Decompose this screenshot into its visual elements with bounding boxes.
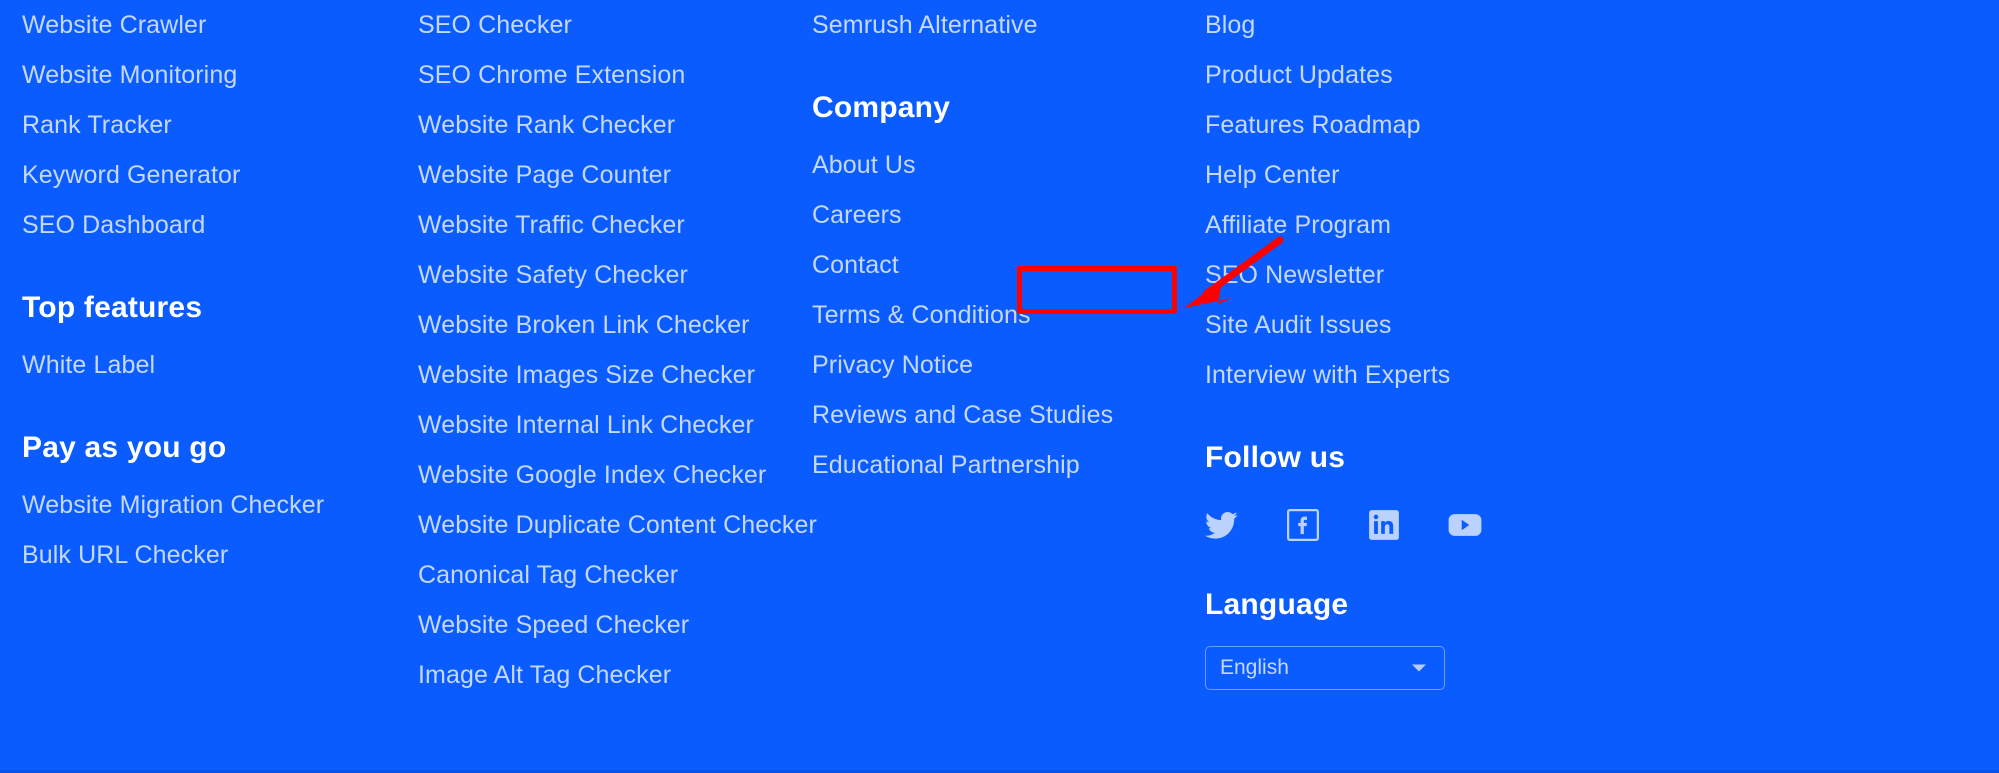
footer-link-website-broken-link-checker[interactable]: Website Broken Link Checker: [418, 300, 803, 350]
footer-link-terms-and-conditions[interactable]: Terms & Conditions: [812, 290, 1197, 340]
footer-link-white-label[interactable]: White Label: [22, 340, 402, 390]
footer-link-website-safety-checker[interactable]: Website Safety Checker: [418, 250, 803, 300]
footer-link-canonical-tag-checker[interactable]: Canonical Tag Checker: [418, 550, 803, 600]
footer-link-website-migration-checker[interactable]: Website Migration Checker: [22, 480, 402, 530]
language-select[interactable]: English: [1205, 646, 1445, 690]
linkedin-icon[interactable]: [1367, 508, 1401, 542]
footer-link-reviews-and-case-studies[interactable]: Reviews and Case Studies: [812, 390, 1197, 440]
footer-link-product-updates[interactable]: Product Updates: [1205, 50, 1625, 100]
footer-column-tools: SEO Checker SEO Chrome Extension Website…: [418, 0, 817, 700]
footer-heading-company: Company: [812, 91, 951, 124]
footer-heading-pay-as-you-go: Pay as you go: [22, 431, 227, 464]
social-links: [1205, 503, 1625, 547]
footer-link-about-us[interactable]: About Us: [812, 140, 1197, 190]
twitter-icon[interactable]: [1205, 508, 1239, 542]
footer-link-website-rank-checker[interactable]: Website Rank Checker: [418, 100, 803, 150]
footer-link-seo-newsletter[interactable]: SEO Newsletter: [1205, 250, 1625, 300]
footer-link-help-center[interactable]: Help Center: [1205, 150, 1625, 200]
footer-link-interview-with-experts[interactable]: Interview with Experts: [1205, 350, 1625, 400]
footer-link-website-speed-checker[interactable]: Website Speed Checker: [418, 600, 803, 650]
footer-heading-language: Language: [1205, 588, 1349, 621]
footer-link-website-monitoring[interactable]: Website Monitoring: [22, 50, 402, 100]
footer-link-seo-dashboard[interactable]: SEO Dashboard: [22, 200, 402, 250]
footer-link-website-images-size-checker[interactable]: Website Images Size Checker: [418, 350, 803, 400]
footer-heading-top-features: Top features: [22, 291, 203, 324]
footer-link-website-page-counter[interactable]: Website Page Counter: [418, 150, 803, 200]
footer-link-keyword-generator[interactable]: Keyword Generator: [22, 150, 402, 200]
footer-link-website-duplicate-content-checker[interactable]: Website Duplicate Content Checker: [418, 500, 817, 550]
chevron-down-icon: [1412, 664, 1426, 672]
footer-link-bulk-url-checker[interactable]: Bulk URL Checker: [22, 530, 402, 580]
footer-link-semrush-alternative[interactable]: Semrush Alternative: [812, 0, 1197, 50]
footer-link-seo-checker[interactable]: SEO Checker: [418, 0, 803, 50]
footer-link-privacy-notice[interactable]: Privacy Notice: [812, 340, 1197, 390]
footer-link-rank-tracker[interactable]: Rank Tracker: [22, 100, 402, 150]
footer-link-website-traffic-checker[interactable]: Website Traffic Checker: [418, 200, 803, 250]
footer-link-website-internal-link-checker[interactable]: Website Internal Link Checker: [418, 400, 803, 450]
footer-heading-follow-us: Follow us: [1205, 441, 1346, 474]
footer-column-company: Semrush Alternative Company About Us Car…: [812, 0, 1197, 490]
footer-link-website-crawler[interactable]: Website Crawler: [22, 0, 402, 50]
site-footer: Website Crawler Website Monitoring Rank …: [0, 0, 1999, 773]
footer-link-educational-partnership[interactable]: Educational Partnership: [812, 440, 1197, 490]
footer-link-contact[interactable]: Contact: [812, 240, 1197, 290]
footer-column-resources: Blog Product Updates Features Roadmap He…: [1205, 0, 1625, 690]
footer-link-site-audit-issues[interactable]: Site Audit Issues: [1205, 300, 1625, 350]
footer-link-careers[interactable]: Careers: [812, 190, 1197, 240]
footer-column-products: Website Crawler Website Monitoring Rank …: [22, 0, 402, 580]
footer-link-seo-chrome-extension[interactable]: SEO Chrome Extension: [418, 50, 803, 100]
footer-link-affiliate-program[interactable]: Affiliate Program: [1205, 200, 1625, 250]
footer-link-blog[interactable]: Blog: [1205, 0, 1625, 50]
footer-link-image-alt-tag-checker[interactable]: Image Alt Tag Checker: [418, 650, 803, 700]
facebook-icon[interactable]: [1286, 508, 1320, 542]
footer-link-features-roadmap[interactable]: Features Roadmap: [1205, 100, 1625, 150]
youtube-icon[interactable]: [1448, 508, 1482, 542]
language-select-value: English: [1220, 656, 1289, 679]
footer-link-website-google-index-checker[interactable]: Website Google Index Checker: [418, 450, 803, 500]
